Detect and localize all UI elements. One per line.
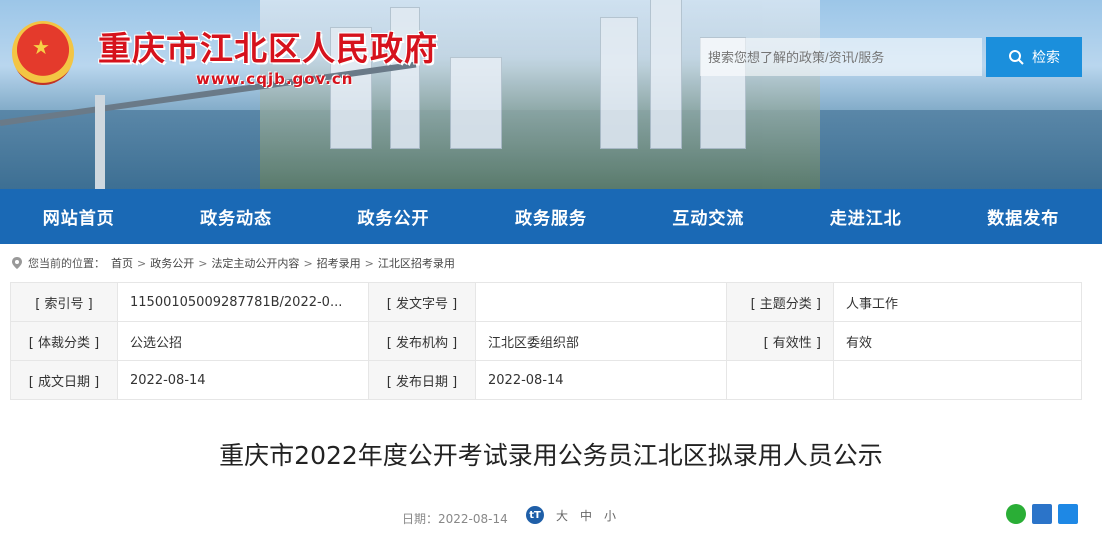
site-url[interactable]: www.cqjb.gov.cn — [196, 70, 353, 88]
meta-value: 有效 — [833, 321, 1082, 361]
meta-label — [726, 360, 834, 400]
meta-label: [ 主题分类 ] — [726, 282, 834, 322]
nav-item-home[interactable]: 网站首页 — [0, 189, 157, 244]
breadcrumb-prefix: 您当前的位置： — [28, 257, 105, 270]
wechat-icon[interactable] — [1006, 504, 1026, 524]
breadcrumb-recruitment[interactable]: 招考录用 — [317, 255, 361, 271]
building — [650, 0, 682, 149]
breadcrumb: 您当前的位置： 首页 > 政务公开 > 法定主动公开内容 > 招考录用 > 江北… — [0, 244, 1102, 282]
article-title: 重庆市2022年度公开考试录用公务员江北区拟录用人员公示 — [219, 441, 883, 470]
nav-item-data[interactable]: 数据发布 — [945, 189, 1102, 244]
font-size-large[interactable]: 大 — [556, 507, 568, 524]
meta-label: [ 有效性 ] — [726, 321, 834, 361]
search-button-label: 检索 — [1032, 49, 1060, 65]
main-nav: 网站首页 政务动态 政务公开 政务服务 互动交流 走进江北 数据发布 — [0, 189, 1102, 244]
building — [450, 57, 502, 149]
breadcrumb-separator: > — [137, 256, 147, 270]
search-input[interactable] — [700, 38, 982, 76]
meta-value — [475, 282, 727, 322]
meta-value: 人事工作 — [833, 282, 1082, 322]
breadcrumb-statutory[interactable]: 法定主动公开内容 — [211, 255, 299, 271]
nav-item-public-info[interactable]: 政务公开 — [315, 189, 472, 244]
meta-value: 江北区委组织部 — [475, 321, 727, 361]
nav-item-services[interactable]: 政务服务 — [472, 189, 629, 244]
breadcrumb-public-info[interactable]: 政务公开 — [150, 255, 194, 271]
meta-label: [ 发布机构 ] — [368, 321, 476, 361]
table-row: [ 索引号 ] 11500105009287781B/2022-0... [ 发… — [10, 282, 1082, 322]
copy-icon[interactable] — [1058, 504, 1078, 524]
nav-item-interaction[interactable]: 互动交流 — [630, 189, 787, 244]
search-button[interactable]: 检索 — [986, 37, 1082, 77]
location-icon — [12, 257, 22, 269]
nav-item-about[interactable]: 走进江北 — [787, 189, 944, 244]
meta-label: [ 索引号 ] — [10, 282, 118, 322]
meta-label: [ 发文字号 ] — [368, 282, 476, 322]
breadcrumb-separator: > — [303, 256, 313, 270]
table-row: [ 体裁分类 ] 公选公招 [ 发布机构 ] 江北区委组织部 [ 有效性 ] 有… — [10, 321, 1082, 361]
search-icon — [1009, 50, 1024, 65]
meta-value: 2022-08-14 — [475, 360, 727, 400]
meta-value — [833, 360, 1082, 400]
print-icon[interactable] — [1032, 504, 1052, 524]
breadcrumb-separator: > — [364, 256, 374, 270]
nav-item-news[interactable]: 政务动态 — [157, 189, 314, 244]
font-size-medium[interactable]: 中 — [580, 507, 592, 524]
document-meta-table: [ 索引号 ] 11500105009287781B/2022-0... [ 发… — [10, 282, 1082, 400]
building — [600, 17, 638, 149]
article-toolbar: 日期：2022-08-14 tT 大 中 小 — [0, 502, 1102, 542]
article-date: 日期：2022-08-14 — [402, 512, 508, 526]
breadcrumb-jiangbei-recruitment[interactable]: 江北区招考录用 — [378, 255, 455, 271]
header-banner: ★ 重庆市江北区人民政府 www.cqjb.gov.cn 检索 — [0, 0, 1102, 189]
meta-label: [ 发布日期 ] — [368, 360, 476, 400]
font-size-icon: tT — [526, 506, 544, 524]
meta-value: 2022-08-14 — [117, 360, 369, 400]
meta-value: 11500105009287781B/2022-0... — [117, 282, 369, 322]
meta-label: [ 成文日期 ] — [10, 360, 118, 400]
font-size-controls: tT 大 中 小 — [526, 506, 616, 524]
bridge-pylon — [95, 95, 105, 189]
breadcrumb-home[interactable]: 首页 — [111, 255, 133, 271]
meta-label: [ 体裁分类 ] — [10, 321, 118, 361]
breadcrumb-separator: > — [198, 256, 208, 270]
font-size-small[interactable]: 小 — [604, 507, 616, 524]
table-row: [ 成文日期 ] 2022-08-14 [ 发布日期 ] 2022-08-14 — [10, 360, 1082, 400]
national-emblem-icon: ★ — [12, 21, 74, 85]
share-tools — [1006, 504, 1078, 524]
meta-value: 公选公招 — [117, 321, 369, 361]
site-title: 重庆市江北区人民政府 — [98, 29, 438, 68]
